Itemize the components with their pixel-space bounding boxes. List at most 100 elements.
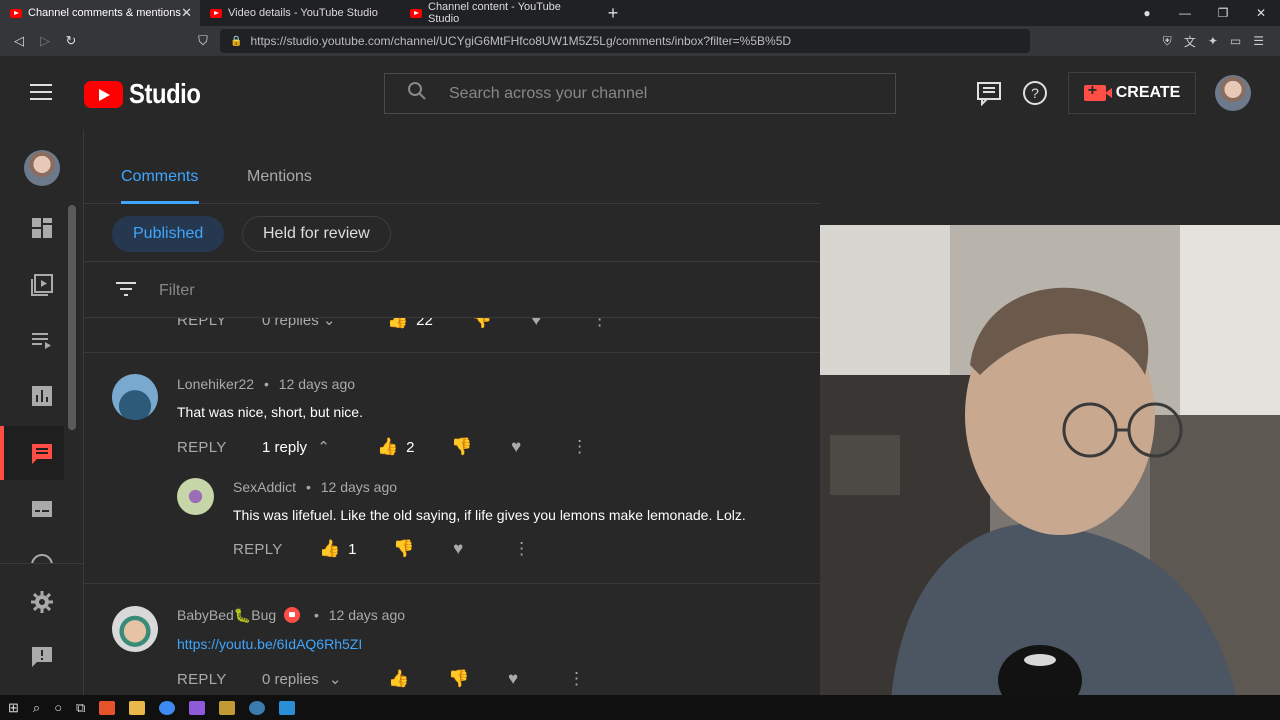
studio-logo[interactable]: Studio xyxy=(84,78,213,110)
subtitles-icon[interactable] xyxy=(30,497,54,521)
more-options-icon[interactable]: ⋮ xyxy=(513,539,530,559)
restore-icon[interactable]: ❐ xyxy=(1204,6,1242,20)
browser-tab-video-details[interactable]: Video details - YouTube Studio xyxy=(200,0,400,26)
profile-icon[interactable]: ● xyxy=(1128,6,1166,20)
comment-link[interactable]: https://youtu.be/6IdAQ6Rh5ZI xyxy=(177,636,362,652)
analytics-icon[interactable] xyxy=(30,384,54,408)
dashboard-icon[interactable] xyxy=(30,216,54,240)
windows-start-icon[interactable]: ⊞ xyxy=(8,700,19,716)
account-avatar[interactable] xyxy=(1215,75,1251,111)
nav-divider xyxy=(0,563,84,564)
nav-scrollbar[interactable] xyxy=(68,205,76,430)
heart-icon[interactable]: ♥ xyxy=(508,669,568,689)
thumb-up-icon[interactable]: 👍 xyxy=(319,539,340,559)
taskbar: ⊞ ⌕ ○ ⧉ xyxy=(0,695,1280,720)
reply-button[interactable]: REPLY xyxy=(233,541,319,558)
close-tab-icon[interactable]: ✕ xyxy=(181,5,192,21)
dot-separator: • xyxy=(263,376,269,392)
settings-icon[interactable] xyxy=(30,590,54,614)
playlists-icon[interactable] xyxy=(30,328,54,352)
thumb-up-icon[interactable]: 👍 xyxy=(377,437,398,457)
chip-published[interactable]: Published xyxy=(112,216,225,252)
create-button[interactable]: CREATE xyxy=(1068,72,1196,114)
browser-toolbar: ◁ ▷ ↻ ⛉ 🔒 https://studio.youtube.com/cha… xyxy=(0,26,1280,56)
reply-author[interactable]: SexAddict xyxy=(233,479,296,495)
filter-bar[interactable]: Filter xyxy=(84,262,820,318)
heart-icon[interactable]: ♥ xyxy=(511,437,571,457)
webcam-video xyxy=(820,225,1280,712)
url-text: https://studio.youtube.com/channel/UCYgi… xyxy=(250,34,792,48)
chip-held-for-review[interactable]: Held for review xyxy=(242,216,391,252)
help-icon[interactable]: ? xyxy=(1022,80,1048,106)
youtube-favicon-icon xyxy=(10,8,22,18)
hamburger-menu-icon[interactable] xyxy=(30,84,52,100)
left-nav xyxy=(0,130,84,695)
channel-avatar[interactable] xyxy=(24,150,60,186)
comment-actions: REPLY 0 replies ⌄ 👍 👎 ♥ ⋮ xyxy=(177,667,585,691)
minimize-icon[interactable]: — xyxy=(1166,6,1204,20)
brave-browser-icon[interactable] xyxy=(99,700,116,715)
app-icon[interactable] xyxy=(219,700,236,715)
address-bar[interactable]: 🔒 https://studio.youtube.com/channel/UCY… xyxy=(220,29,1030,53)
menu-icon[interactable]: ☰ xyxy=(1253,34,1264,48)
puzzle-icon[interactable]: ✦ xyxy=(1208,34,1218,48)
bookmark-icon[interactable]: ⛉ xyxy=(190,33,216,49)
comments-icon[interactable] xyxy=(30,441,54,465)
back-icon[interactable]: ◁ xyxy=(6,33,32,49)
cortana-icon[interactable]: ○ xyxy=(54,700,62,715)
webcam-overlay xyxy=(820,225,1280,712)
monetization-icon[interactable] xyxy=(30,553,54,563)
feedback-icon[interactable] xyxy=(976,80,1002,107)
forward-icon[interactable]: ▷ xyxy=(32,33,58,49)
task-view-icon[interactable]: ⧉ xyxy=(76,700,85,716)
game-app-icon[interactable] xyxy=(189,700,206,715)
wallet-icon[interactable]: ▭ xyxy=(1230,34,1241,48)
tab-mentions[interactable]: Mentions xyxy=(247,168,312,186)
heart-icon[interactable]: ♥ xyxy=(453,539,513,559)
browser-tab-comments[interactable]: Channel comments & mentions - ✕ xyxy=(0,0,200,26)
translate-icon[interactable]: 文 xyxy=(1184,33,1196,50)
send-feedback-icon[interactable] xyxy=(30,645,54,669)
commenter-avatar[interactable] xyxy=(112,374,158,420)
like-count: 2 xyxy=(406,438,415,456)
reply-button[interactable]: REPLY xyxy=(177,439,262,456)
reply-actions: REPLY 👍 1 👎 ♥ ⋮ xyxy=(233,537,530,561)
comment-author[interactable]: Lonehiker22 xyxy=(177,376,254,392)
obs-icon[interactable] xyxy=(249,700,266,715)
content-icon[interactable] xyxy=(30,273,54,297)
new-tab-button[interactable]: + xyxy=(600,3,626,24)
close-window-icon[interactable]: ✕ xyxy=(1242,6,1280,20)
thumb-up-icon[interactable]: 👍 xyxy=(388,669,448,689)
browser-tab-strip: Channel comments & mentions - ✕ Video de… xyxy=(0,0,1280,26)
thumb-down-icon[interactable]: 👎 xyxy=(393,539,453,559)
search-box[interactable]: Search across your channel xyxy=(384,73,896,114)
reply-button[interactable]: REPLY xyxy=(177,671,262,688)
shield-icon[interactable]: ⛨ xyxy=(1163,34,1172,49)
like-count: 1 xyxy=(348,540,357,558)
comments-panel: Comments Mentions Published Held for rev… xyxy=(84,130,820,695)
row-divider xyxy=(84,352,820,353)
thumb-down-icon[interactable]: 👎 xyxy=(448,669,508,689)
replies-toggle[interactable]: 0 replies ⌄ xyxy=(262,670,388,688)
more-options-icon[interactable]: ⋮ xyxy=(571,437,588,457)
browser-tab-channel-content[interactable]: Channel content - YouTube Studio xyxy=(400,0,600,26)
comment-author[interactable]: BabyBed🐛Bug xyxy=(177,607,276,623)
taskbar-search-icon[interactable]: ⌕ xyxy=(33,700,40,716)
comment-time[interactable]: 12 days ago xyxy=(329,607,405,623)
file-explorer-icon[interactable] xyxy=(129,700,146,715)
reload-icon[interactable]: ↻ xyxy=(58,33,84,49)
replies-count: 1 reply xyxy=(262,439,308,456)
lock-icon: 🔒 xyxy=(230,35,243,47)
reply-avatar[interactable] xyxy=(177,478,214,515)
comment-time[interactable]: 12 days ago xyxy=(279,376,355,392)
chrome-icon[interactable] xyxy=(159,700,176,715)
replies-toggle[interactable]: 1 reply ⌃ xyxy=(262,438,377,456)
photos-icon[interactable] xyxy=(279,700,296,715)
thumb-down-icon[interactable]: 👎 xyxy=(451,437,511,457)
commenter-avatar[interactable] xyxy=(112,606,158,652)
tab-comments[interactable]: Comments xyxy=(121,168,198,186)
more-options-icon[interactable]: ⋮ xyxy=(568,669,585,689)
row-divider xyxy=(84,583,820,584)
comment-actions: REPLY 1 reply ⌃ 👍 2 👎 ♥ ⋮ xyxy=(177,435,588,459)
reply-time[interactable]: 12 days ago xyxy=(321,479,397,495)
